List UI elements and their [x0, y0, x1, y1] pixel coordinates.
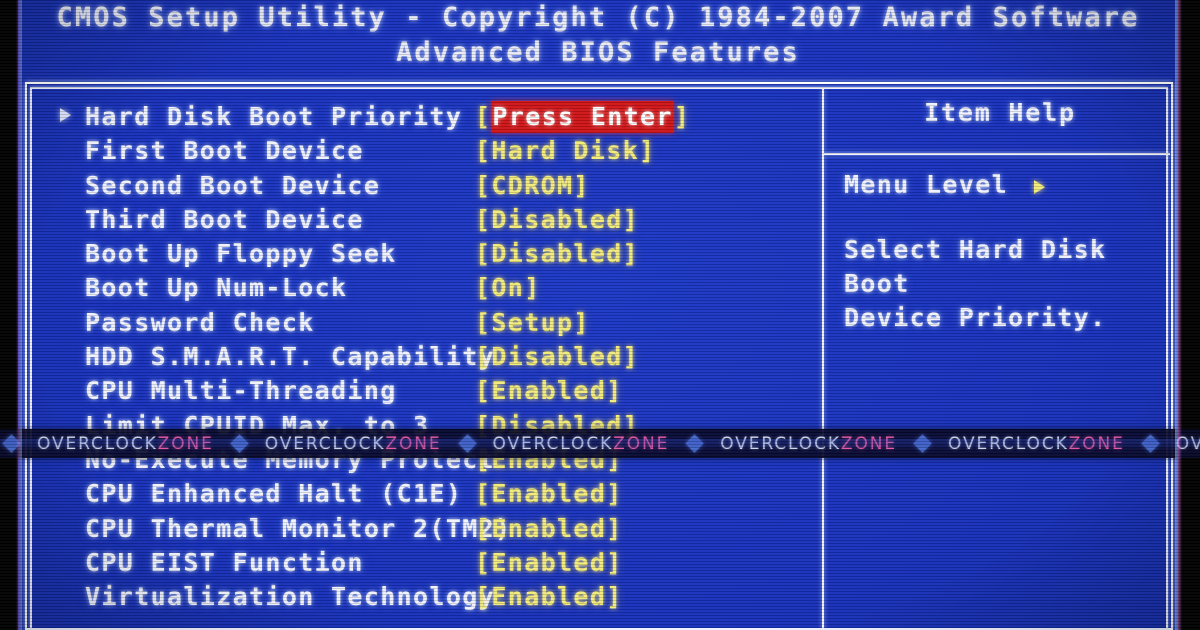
watermark-text-secondary: ZONE [613, 433, 670, 454]
bios-option-value-text: Setup [491, 307, 574, 337]
bios-option-row[interactable]: Second Boot Device [CDROM] [34, 169, 820, 203]
bios-option-row[interactable]: Virtualization Technology [Enabled] [34, 580, 820, 614]
watermark-text: OVERCLOCKZONE [948, 434, 1125, 454]
bios-option-row[interactable]: First Boot Device [Hard Disk] [34, 134, 820, 168]
watermark-text-secondary: ZONE [1068, 433, 1125, 454]
bios-option-value-text: CDROM [491, 170, 574, 200]
bios-option-value[interactable]: [Disabled] [475, 340, 639, 374]
bios-option-value-text: Disabled [491, 204, 623, 234]
bios-option-value-text: Enabled [491, 376, 607, 406]
bios-option-label: Password Check [85, 307, 315, 337]
bios-option-row[interactable]: HDD S.M.A.R.T. Capability [Disabled] [34, 340, 820, 374]
bios-option-label: Boot Up Num-Lock [85, 273, 348, 303]
bios-option-value-text: Enabled [491, 479, 607, 509]
right-triangle-icon [1034, 180, 1045, 194]
bios-option-row[interactable]: Boot Up Floppy Seek [Disabled] [34, 237, 820, 271]
bios-option-row[interactable]: Third Boot Device [Disabled] [34, 203, 820, 237]
diamond-icon [230, 434, 249, 453]
bios-option-value-text: Press Enter [491, 101, 674, 133]
diamond-icon [685, 434, 704, 453]
page-title: CMOS Setup Utility - Copyright (C) 1984-… [56, 2, 1140, 33]
watermark-text-primary: OVERCLOCK [1175, 433, 1200, 454]
bios-option-value-text: Hard Disk [491, 136, 640, 166]
bios-option-value[interactable]: [Hard Disk] [475, 134, 655, 168]
bios-option-row[interactable]: CPU Enhanced Halt (C1E) [Enabled] [34, 477, 820, 511]
watermark-text-primary: OVERCLOCK [264, 433, 386, 454]
watermark-text-secondary: ZONE [385, 433, 442, 454]
watermark-unit: OVERCLOCKZONE [442, 434, 670, 454]
watermark-text-secondary: ZONE [157, 433, 214, 454]
bios-option-label: Virtualization Technology [85, 582, 496, 612]
bios-option-value[interactable]: [Press Enter] [475, 100, 690, 134]
watermark-band: OVERCLOCKZONE OVERCLOCKZONE OVERCLOCKZONE O… [0, 429, 1200, 458]
bios-option-row[interactable]: CPU Multi-Threading [Enabled] [34, 374, 820, 408]
bios-option-label: Boot Up Floppy Seek [85, 239, 397, 269]
bios-option-label: Hard Disk Boot Priority [85, 102, 463, 131]
item-help-title: Item Help [924, 98, 1076, 127]
watermark-text: OVERCLOCKZONE [265, 434, 442, 454]
bios-option-row[interactable]: Boot Up Num-Lock [On] [34, 271, 820, 305]
watermark-unit: OVERCLOCKZONE [669, 434, 897, 454]
bios-option-value[interactable]: [Enabled] [475, 374, 623, 408]
watermark-track: OVERCLOCKZONE OVERCLOCKZONE OVERCLOCKZONE O… [0, 434, 1200, 454]
pane-divider [822, 89, 824, 630]
bios-option-label: HDD S.M.A.R.T. Capability [85, 342, 496, 372]
watermark-unit: OVERCLOCKZONE [1125, 434, 1200, 454]
bios-option-value-text: Enabled [491, 582, 607, 612]
bios-option-row[interactable]: Password Check [Setup] [34, 306, 820, 340]
bios-option-label: First Boot Device [85, 136, 364, 166]
bios-option-label: CPU EIST Function [85, 547, 364, 577]
bios-option-value[interactable]: [Setup] [475, 306, 590, 340]
watermark-text-secondary: ZONE [840, 433, 897, 454]
watermark-text: OVERCLOCKZONE [1176, 434, 1200, 454]
diamond-icon [1141, 434, 1160, 453]
watermark-text: OVERCLOCKZONE [37, 434, 214, 454]
diamond-icon [457, 434, 477, 453]
selection-cursor-icon [60, 108, 71, 122]
bios-option-value-text: Enabled [491, 513, 607, 543]
item-help-description: Select Hard Disk Boot Device Priority. [844, 235, 1107, 332]
watermark-text: OVERCLOCKZONE [720, 434, 897, 454]
bios-option-label: Third Boot Device [85, 204, 364, 234]
bios-option-value[interactable]: [Disabled] [475, 203, 639, 237]
watermark-unit: OVERCLOCKZONE [897, 434, 1125, 454]
diamond-icon [913, 434, 932, 453]
bios-option-row[interactable]: Hard Disk Boot Priority [Press Enter] [34, 100, 820, 134]
bios-option-value-text: Disabled [491, 342, 623, 372]
watermark-text-primary: OVERCLOCK [948, 433, 1069, 454]
item-help-pane: Item Help Menu Level Select Hard Disk Bo… [828, 96, 1172, 332]
watermark-text-primary: OVERCLOCK [37, 433, 158, 454]
watermark-unit: OVERCLOCKZONE [214, 434, 442, 454]
watermark-text-primary: OVERCLOCK [492, 433, 614, 454]
page-subtitle: Advanced BIOS Features [396, 37, 800, 68]
bios-option-label: CPU Thermal Monitor 2(TM2) [85, 513, 512, 543]
watermark-text-primary: OVERCLOCK [720, 433, 841, 454]
bios-option-label: CPU Multi-Threading [85, 376, 397, 406]
menu-level-label: Menu Level [844, 170, 1009, 199]
watermark-unit: OVERCLOCKZONE [0, 434, 214, 454]
diamond-icon [2, 434, 21, 453]
bios-option-value[interactable]: [Enabled] [475, 546, 623, 580]
bios-option-value[interactable]: [On] [475, 271, 541, 305]
bios-screen: CMOS Setup Utility - Copyright (C) 1984-… [0, 0, 1200, 630]
bios-option-value-text: Enabled [491, 547, 607, 577]
item-help-divider [824, 153, 1170, 155]
bios-option-row[interactable]: CPU EIST Function [Enabled] [34, 546, 820, 580]
bios-option-value-text: On [491, 273, 525, 303]
bios-option-label: CPU Enhanced Halt (C1E) [85, 479, 463, 509]
bios-option-row[interactable]: CPU Thermal Monitor 2(TM2) [Enabled] [34, 512, 820, 546]
bios-option-value[interactable]: [Disabled] [475, 237, 639, 271]
bios-option-value[interactable]: [CDROM] [475, 169, 590, 203]
bios-options-list: Hard Disk Boot Priority [Press Enter] Firs… [34, 100, 820, 614]
bios-title-block: CMOS Setup Utility - Copyright (C) 1984-… [18, 2, 1178, 68]
bios-option-value[interactable]: [Enabled] [475, 580, 623, 614]
bios-option-label: Second Boot Device [85, 170, 381, 200]
bios-option-value-text: Disabled [491, 239, 623, 269]
watermark-text: OVERCLOCKZONE [493, 434, 670, 454]
bios-option-value[interactable]: [Enabled] [475, 512, 623, 546]
bios-option-value[interactable]: [Enabled] [475, 477, 623, 511]
